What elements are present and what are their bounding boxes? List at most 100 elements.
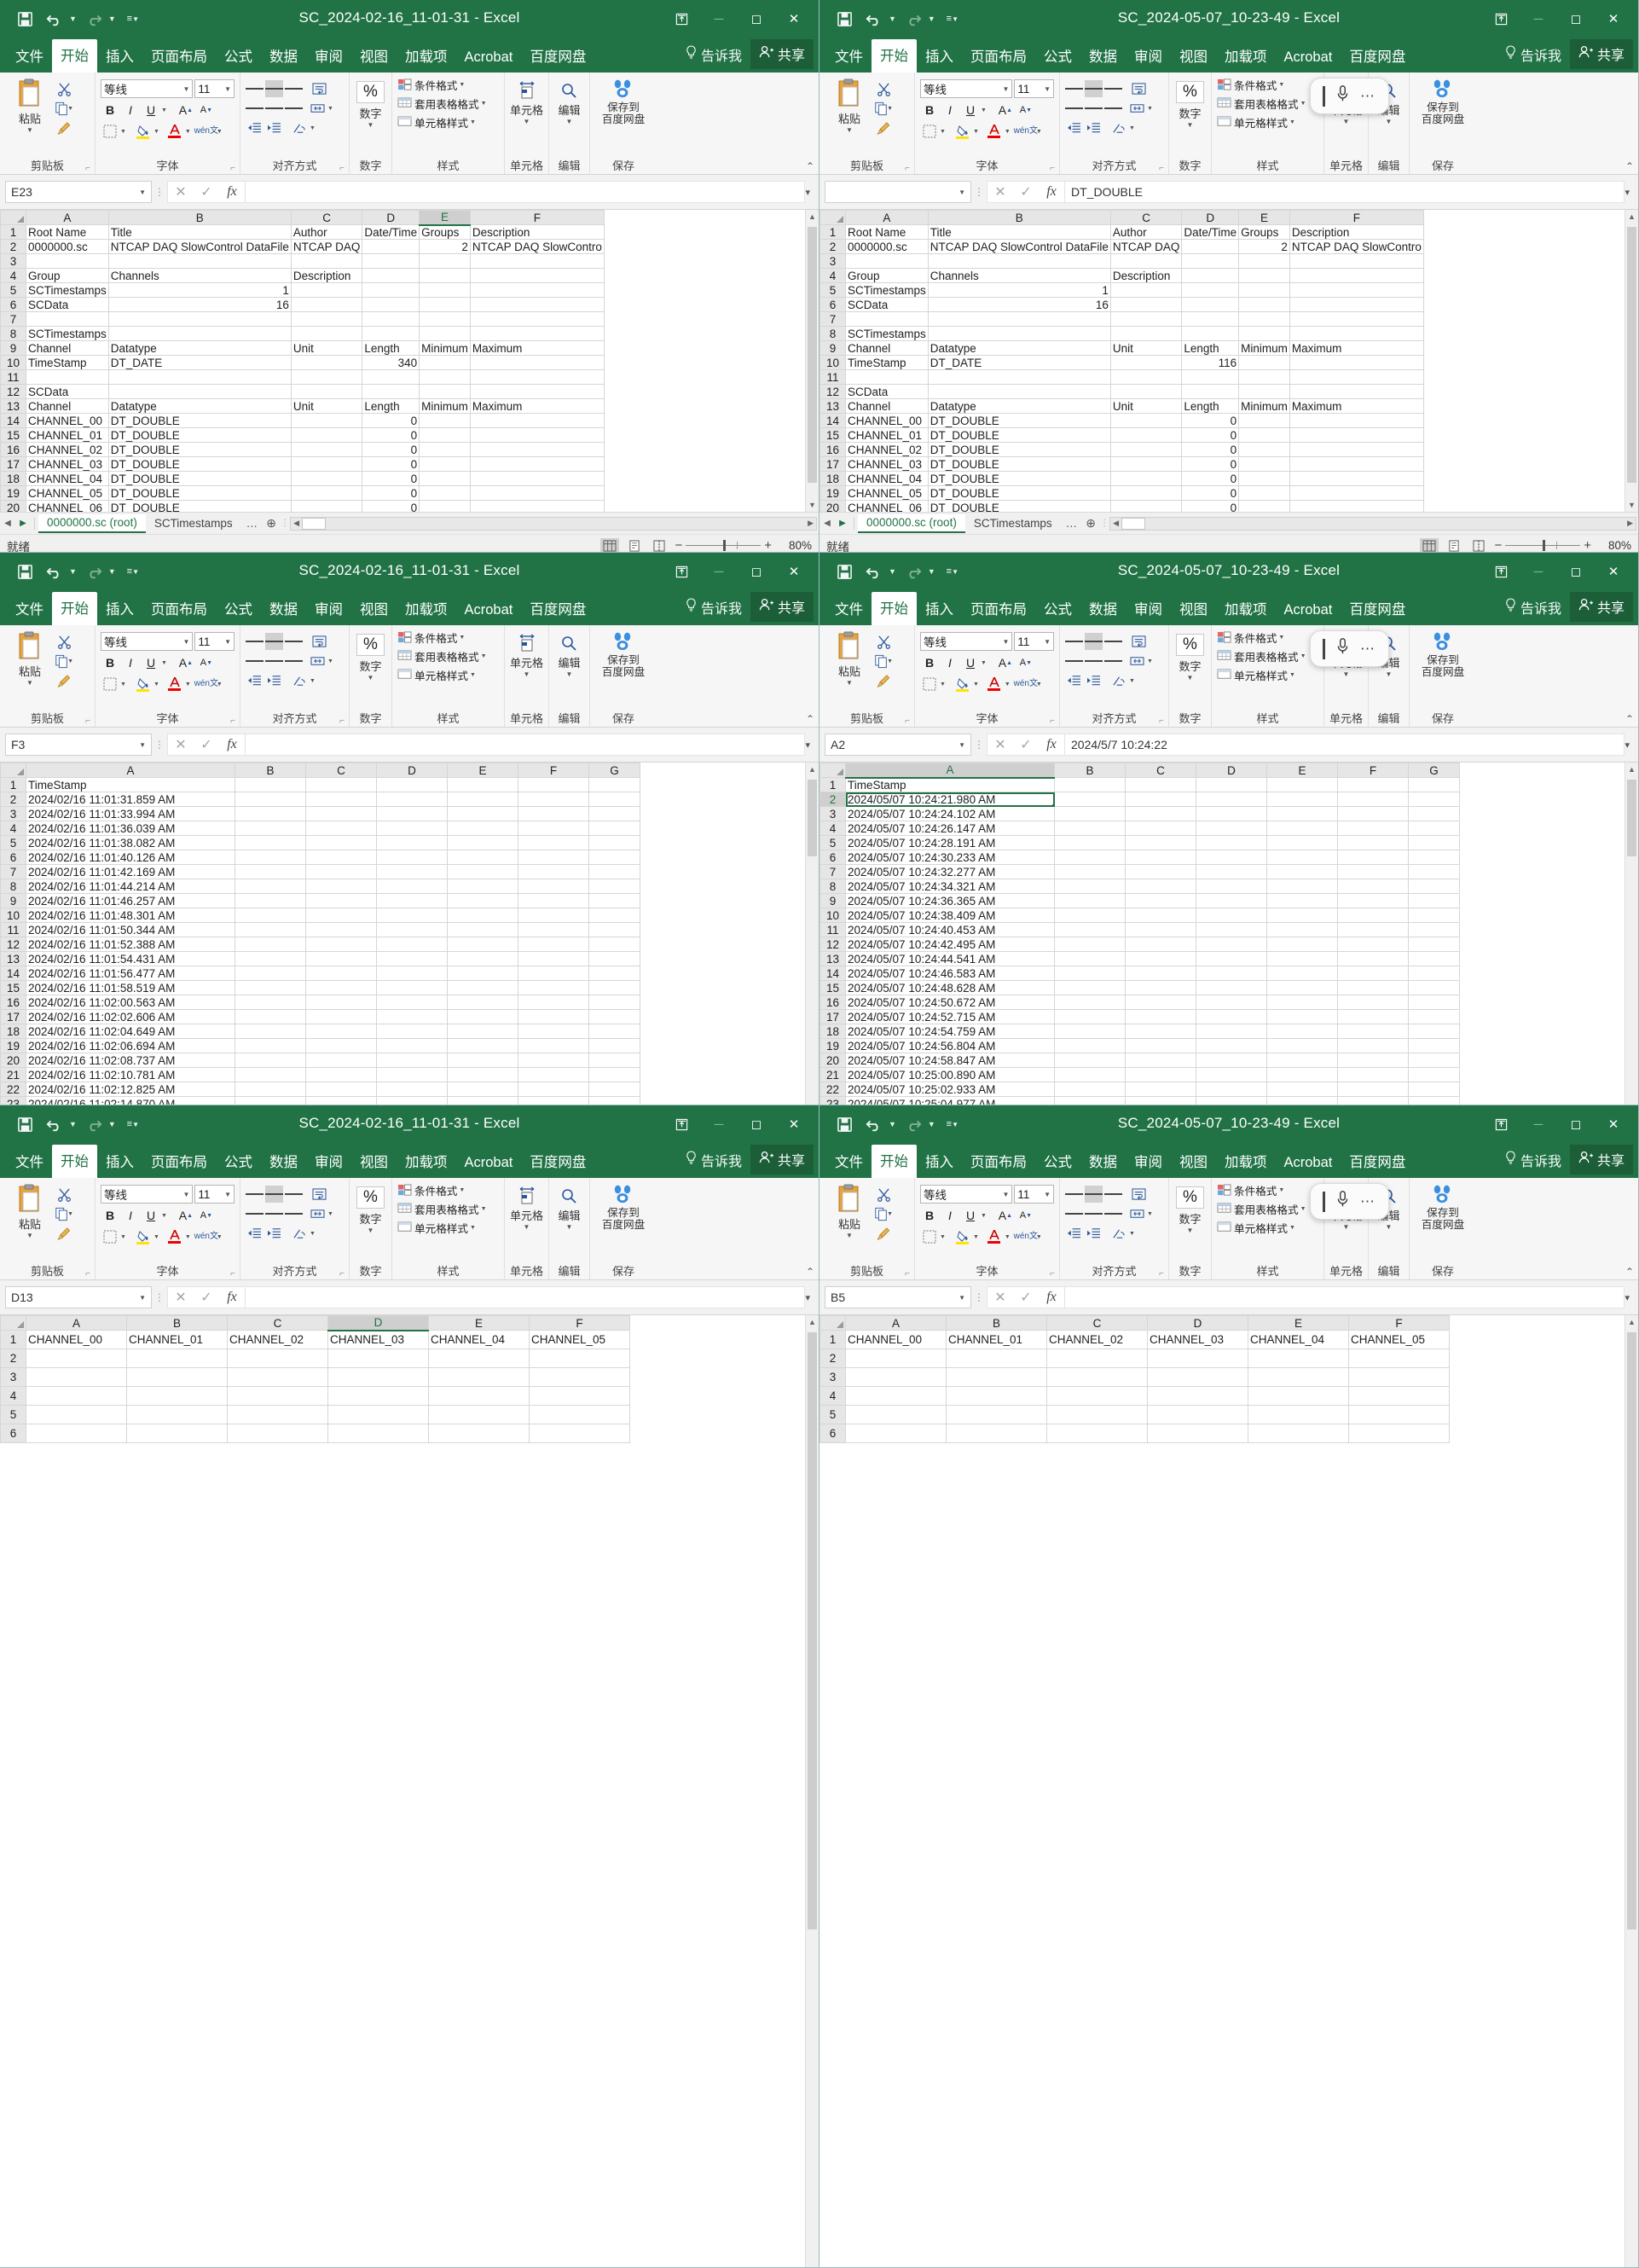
cell-B8[interactable] (927, 326, 1111, 341)
row-header-14[interactable]: 14 (0, 413, 26, 428)
cell-D17[interactable] (376, 1009, 448, 1024)
ribbon-tab-0[interactable]: 文件 (7, 593, 52, 625)
text-orientation-icon[interactable] (1110, 672, 1128, 689)
copy-icon[interactable]: ▼ (55, 100, 73, 117)
cell-E3[interactable] (419, 253, 471, 269)
cell-C1[interactable]: Author (290, 224, 363, 240)
cancel-entry-icon[interactable]: ✕ (168, 1287, 194, 1308)
cell-B5[interactable] (126, 1405, 228, 1424)
align-top-button[interactable] (246, 80, 264, 97)
cell-E11[interactable] (1238, 369, 1290, 385)
percent-style-button[interactable]: % (356, 81, 385, 103)
table-row[interactable]: 17 CHANNEL_03 DT_DOUBLE 0 (820, 456, 1424, 472)
scroll-right-icon[interactable]: ▶ (805, 519, 816, 528)
cell-D5[interactable] (1196, 835, 1267, 850)
insert-function-icon[interactable]: fx (219, 734, 245, 755)
ribbon-tab-0[interactable]: 文件 (826, 40, 872, 73)
fill-color-icon[interactable] (953, 675, 972, 693)
cell-G23[interactable] (1408, 1096, 1460, 1105)
cell-C11[interactable] (1109, 369, 1183, 385)
table-row[interactable]: 22 2024/05/07 10:25:02.933 AM (820, 1082, 1460, 1097)
dialog-launcher-clipboard[interactable]: ⌐ (85, 716, 90, 726)
cell-D18[interactable] (376, 1024, 448, 1039)
cell-F12[interactable] (1289, 384, 1424, 399)
cell-F8[interactable] (518, 879, 589, 894)
row-header-10[interactable]: 10 (0, 908, 26, 923)
select-all-corner[interactable] (820, 1315, 846, 1331)
cell-A8[interactable]: 2024/05/07 10:24:34.321 AM (845, 879, 1055, 894)
align-top-button[interactable] (246, 633, 264, 650)
page-layout-view-button[interactable] (625, 538, 644, 553)
cell-F3[interactable] (469, 253, 605, 269)
row-header-19[interactable]: 19 (0, 1038, 26, 1053)
collapse-ribbon-button[interactable]: ⌃ (806, 160, 814, 172)
increase-indent-icon[interactable] (1085, 672, 1103, 689)
cell-A9[interactable]: Channel (26, 340, 109, 356)
row-header-17[interactable]: 17 (820, 456, 846, 472)
cell-C14[interactable] (290, 413, 363, 428)
ribbon-tab-8[interactable]: 加载项 (397, 1146, 456, 1178)
cell-D18[interactable]: 0 (362, 471, 420, 486)
maximize-button[interactable]: ◻ (738, 5, 774, 32)
table-row[interactable]: 7 2024/05/07 10:24:32.277 AM (820, 864, 1460, 879)
cell-F20[interactable] (518, 1053, 589, 1068)
cell-styles-button[interactable]: 单元格样式 ▼ (1217, 114, 1318, 131)
align-middle-button[interactable] (265, 1186, 283, 1203)
cell-E11[interactable] (1266, 922, 1338, 937)
fill-color-icon[interactable] (134, 1227, 153, 1246)
cell-D21[interactable] (376, 1067, 448, 1082)
cell-D2[interactable] (376, 792, 448, 807)
prev-sheet-button[interactable]: ◀ (0, 519, 15, 528)
cell-F10[interactable] (469, 355, 605, 370)
cell-C3[interactable] (1109, 253, 1183, 269)
cell-A8[interactable]: SCTimestamps (26, 326, 109, 341)
column-header-D[interactable]: D (327, 1315, 429, 1331)
cell-E13[interactable] (447, 951, 518, 966)
cell-G1[interactable] (1408, 777, 1460, 792)
cell-F3[interactable] (1348, 1367, 1450, 1387)
cell-E9[interactable]: Minimum (419, 340, 471, 356)
cell-D6[interactable] (362, 297, 420, 312)
wrap-text-icon[interactable] (1130, 80, 1148, 97)
paste-button[interactable]: 粘贴 ▼ (825, 76, 874, 134)
cell-D9[interactable]: Length (1181, 340, 1240, 356)
borders-icon[interactable] (101, 675, 119, 693)
row-header-5[interactable]: 5 (0, 835, 26, 850)
expand-formula-bar-icon[interactable]: ▾ (1625, 1292, 1633, 1303)
cell-A2[interactable]: 0000000.sc (26, 239, 109, 254)
tab-splitter-handle[interactable]: ⋮ (1099, 519, 1109, 528)
cell-E18[interactable] (447, 1024, 518, 1039)
cell-B3[interactable] (1054, 806, 1126, 821)
cell-A7[interactable]: 2024/02/16 11:01:42.169 AM (26, 864, 235, 879)
cell-A16[interactable]: 2024/05/07 10:24:50.672 AM (845, 995, 1055, 1010)
sheet-tab-1[interactable]: SCTimestamps (965, 515, 1061, 532)
table-row[interactable]: 11 (0, 369, 605, 385)
cell-D6[interactable] (376, 850, 448, 865)
table-row[interactable]: 14 2024/02/16 11:01:56.477 AM (0, 966, 640, 981)
table-row[interactable]: 10 2024/02/16 11:01:48.301 AM (0, 908, 640, 923)
row-header-19[interactable]: 19 (0, 485, 26, 501)
ribbon-tab-7[interactable]: 视图 (1171, 593, 1216, 625)
cell-G14[interactable] (1408, 966, 1460, 981)
cell-E22[interactable] (1266, 1082, 1338, 1097)
cell-D10[interactable] (376, 908, 448, 923)
cell-F17[interactable] (1337, 1009, 1409, 1024)
column-header-G[interactable]: G (1408, 763, 1460, 778)
increase-font-size-button[interactable]: A ▲ (996, 101, 1015, 119)
row-header-4[interactable]: 4 (820, 268, 846, 283)
percent-style-button[interactable]: % (1176, 81, 1204, 103)
column-header-C[interactable]: C (1125, 763, 1196, 778)
cell-D2[interactable] (1147, 1349, 1248, 1368)
table-row[interactable]: 15 2024/05/07 10:24:48.628 AM (820, 980, 1460, 995)
cell-B4[interactable] (946, 1386, 1047, 1406)
wrap-text-icon[interactable] (1130, 633, 1148, 650)
cell-C14[interactable] (1109, 413, 1183, 428)
column-header-B[interactable]: B (1054, 763, 1126, 778)
align-center-button[interactable] (1085, 653, 1103, 670)
cell-F8[interactable] (1289, 326, 1424, 341)
dialog-launcher-font[interactable]: ⌐ (230, 716, 235, 726)
collapse-ribbon-button[interactable]: ⌃ (806, 713, 814, 725)
percent-style-button[interactable]: % (356, 634, 385, 656)
cell-E13[interactable]: Minimum (1238, 398, 1290, 414)
cell-C15[interactable] (290, 427, 363, 443)
